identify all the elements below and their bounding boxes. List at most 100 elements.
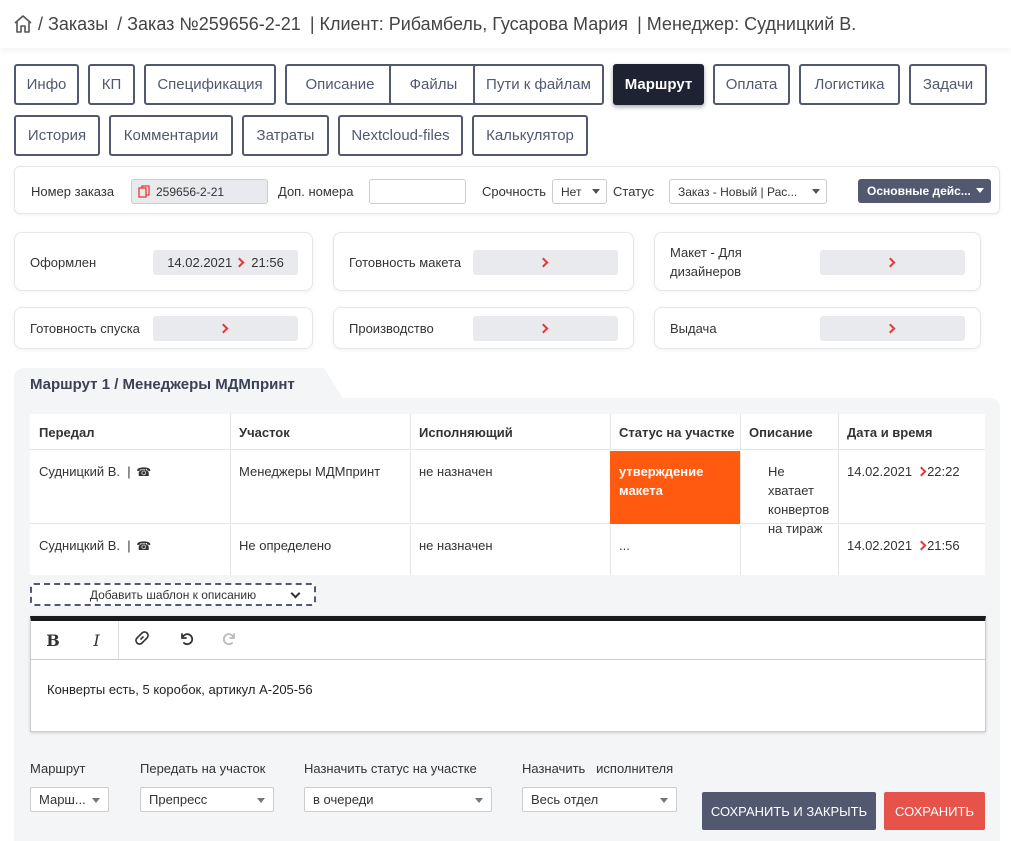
stage-date-button[interactable]: 14.02.2021 21:56 (153, 250, 298, 275)
extra-numbers-label: Доп. номера (278, 184, 354, 199)
tab-payment[interactable]: Оплата (713, 64, 790, 105)
stage-card-production: Производство (333, 307, 634, 349)
cell-datetime: 14.02.2021 21:56 (847, 538, 960, 553)
column-header: Дата и время (847, 424, 933, 440)
breadcrumb: / Заказы / Заказ №259656-2-21 | Клиент: … (38, 14, 860, 35)
redo-icon (222, 630, 238, 651)
breadcrumb-orders[interactable]: / Заказы (38, 14, 108, 34)
save-button[interactable]: СОХРАНИТЬ (884, 792, 985, 830)
status-value: Заказ - Новый | Рас... (678, 184, 798, 199)
stage-card-layout-ready: Готовность макета (333, 232, 634, 291)
urgency-label: Срочность (482, 184, 546, 199)
bold-button[interactable]: B (31, 621, 75, 659)
cell-area: Менеджеры МДМпринт (230, 451, 411, 524)
cell-description (740, 525, 839, 575)
stage-date-button[interactable] (820, 250, 965, 275)
copy-icon[interactable] (138, 185, 150, 198)
tab-file-paths[interactable]: Пути к файлам (473, 64, 604, 105)
tab-logistics[interactable]: Логистика (799, 64, 900, 105)
stage-label: Производство (349, 321, 434, 336)
status-select-stage[interactable]: в очереди (304, 787, 492, 812)
tab-files[interactable]: Файлы (389, 64, 478, 105)
chevron-right-icon (538, 257, 549, 268)
stage-label: Макет - Для дизайнеров (670, 245, 742, 279)
tab-route[interactable]: Маршрут (613, 64, 704, 105)
route-select[interactable]: Марш... (30, 787, 109, 812)
table-row[interactable]: Судницкий В. | ☎ Менеджеры МДМпринт не н… (30, 451, 985, 536)
undo-icon (178, 630, 194, 651)
order-number-label: Номер заказа (31, 184, 115, 199)
tab-specification[interactable]: Спецификация (144, 64, 276, 105)
stage-date-button[interactable] (473, 250, 618, 275)
order-number-value: 259656-2-21 (156, 184, 225, 199)
tab-calculator[interactable]: Калькулятор (472, 115, 588, 156)
stage-label: Готовность макета (349, 255, 462, 270)
redo-button[interactable] (208, 621, 252, 659)
stage-date-button[interactable] (473, 316, 618, 341)
stage-card-registered: Оформлен 14.02.2021 21:56 (14, 232, 313, 291)
route-title: Маршрут 1 / Менеджеры МДМпринт (30, 376, 295, 393)
link-button[interactable] (120, 621, 164, 659)
stage-date-button[interactable] (820, 316, 965, 341)
chevron-down-icon (475, 798, 483, 803)
chevron-right-icon (916, 540, 927, 551)
column-header: Описание (740, 414, 839, 450)
stage-time: 21:56 (251, 255, 284, 270)
chevron-down-icon (290, 588, 301, 599)
chevron-right-icon (916, 466, 927, 477)
urgency-select[interactable]: Нет (552, 179, 607, 204)
order-info-bar: Номер заказа 259656-2-21 Доп. номера Сро… (14, 166, 1000, 214)
chevron-down-icon (660, 798, 668, 803)
tab-description[interactable]: Описание (285, 64, 395, 105)
home-icon[interactable] (12, 13, 34, 35)
table-row[interactable]: Судницкий В. | ☎ Не определено не назнач… (30, 525, 985, 575)
tab-tasks[interactable]: Задачи (909, 64, 987, 105)
breadcrumb-client: | Клиент: Рибамбель, Гусарова Мария (309, 13, 629, 34)
tab-costs[interactable]: Затраты (242, 115, 329, 156)
chevron-right-icon (538, 323, 549, 334)
save-and-close-button[interactable]: СОХРАНИТЬ И ЗАКРЫТЬ (702, 792, 876, 830)
cell-executor: не назначен (410, 451, 611, 524)
description-editor[interactable]: B I Конверты есть, 5 коробок, артикул А-… (30, 616, 986, 732)
phone-icon[interactable]: ☎ (136, 539, 151, 553)
status-label: Статус (613, 184, 655, 199)
tab-history[interactable]: История (14, 115, 100, 156)
undo-button[interactable] (164, 621, 208, 659)
stage-card-delivery: Выдача (654, 307, 981, 349)
cell-area: Не определено (230, 525, 411, 575)
stage-date: 14.02.2021 (167, 255, 233, 270)
breadcrumb-header: / Заказы / Заказ №259656-2-21 | Клиент: … (0, 0, 1011, 48)
phone-icon[interactable]: ☎ (136, 465, 151, 479)
editor-content[interactable]: Конверты есть, 5 коробок, артикул А-205-… (47, 682, 313, 697)
extra-numbers-input[interactable] (369, 179, 466, 204)
cell-status: ... (610, 525, 741, 575)
chevron-down-icon (592, 189, 600, 194)
stage-date-button[interactable] (153, 316, 298, 341)
status-select-label: Назначить статус на участке (304, 761, 477, 776)
column-header: Участок (230, 414, 411, 450)
tab-nextcloud[interactable]: Nextcloud-files (338, 115, 463, 156)
link-icon (134, 630, 150, 651)
italic-button[interactable]: I (75, 621, 119, 659)
add-template-label: Добавить шаблон к описанию (89, 587, 257, 602)
tab-info[interactable]: Инфо (14, 64, 79, 105)
chevron-right-icon (885, 257, 896, 268)
cell-from: Судницкий В. | ☎ (30, 451, 231, 524)
order-number-field[interactable]: 259656-2-21 (131, 179, 268, 204)
editor-toolbar: B I (31, 621, 985, 660)
table-header-row: Передал Участок Исполняющий Статус на уч… (30, 414, 985, 450)
chevron-right-icon (218, 323, 229, 334)
status-select[interactable]: Заказ - Новый | Рас... (669, 179, 827, 204)
area-select[interactable]: Препресс (140, 787, 274, 812)
stage-label: Выдача (670, 321, 717, 336)
column-header: Статус на участке (610, 414, 741, 450)
urgency-value: Нет (561, 184, 582, 199)
tab-kp[interactable]: КП (88, 64, 135, 105)
chevron-down-icon (976, 188, 984, 193)
add-template-dropdown[interactable]: Добавить шаблон к описанию (30, 583, 316, 606)
main-actions-button[interactable]: Основные дейс... (858, 179, 991, 203)
chevron-down-icon (257, 798, 265, 803)
executor-select[interactable]: Весь отдел (522, 787, 677, 812)
cell-from: Судницкий В. | ☎ (30, 525, 231, 575)
tab-comments[interactable]: Комментарии (109, 115, 233, 156)
